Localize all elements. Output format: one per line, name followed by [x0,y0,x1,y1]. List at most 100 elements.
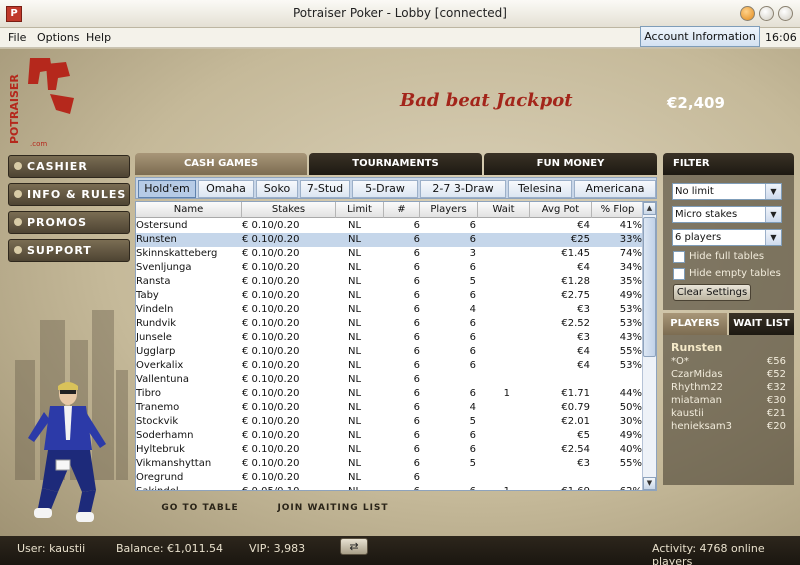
table-row[interactable]: Vindeln € 0.10/0.20 NL 6 4 €3 53% [136,303,644,317]
cell-seats: 6 [413,430,420,441]
stakes-select[interactable]: Micro stakes ▼ [672,206,782,223]
table-row[interactable]: Vikmanshyttan € 0.10/0.20 NL 6 5 €3 55% [136,457,644,471]
refresh-icon[interactable]: ⇄ [340,538,368,555]
go-to-table-button[interactable]: GO TO TABLE [158,499,242,517]
col-flop[interactable]: % Flop [592,202,644,218]
table-row[interactable]: Ugglarp € 0.10/0.20 NL 6 6 €4 55% [136,345,644,359]
join-waiting-list-button[interactable]: JOIN WAITING LIST [274,499,392,517]
cell-avg-pot: €4 [577,220,590,231]
info-rules-button[interactable]: INFO & RULES [8,183,130,206]
maximize-button[interactable] [759,6,774,21]
tab-fun-money[interactable]: FUN MONEY [484,153,657,175]
cell-name: Soderhamn [136,430,194,441]
limit-value: No limit [675,186,714,197]
col-limit[interactable]: Limit [336,202,384,218]
cell-limit: NL [348,220,362,231]
cell-avg-pot: €2.01 [561,416,590,427]
cell-name: Svenljunga [136,262,192,273]
player-entry[interactable]: kaustii €21 [671,408,786,421]
cell-name: Ugglarp [136,346,176,357]
tab-5-draw[interactable]: 5-Draw [352,180,418,198]
cell-stakes: € 0.10/0.20 [242,374,300,385]
table-row[interactable]: Rundvik € 0.10/0.20 NL 6 6 €2.52 53% [136,317,644,331]
col-players[interactable]: Players [420,202,478,218]
player-entry[interactable]: henieksam3 €20 [671,421,786,434]
col-seats[interactable]: # [384,202,420,218]
table-row[interactable]: Runsten € 0.10/0.20 NL 6 6 €25 33% [136,233,644,247]
promos-button[interactable]: PROMOS [8,211,130,234]
player-entry[interactable]: miataman €30 [671,395,786,408]
cell-name: Junsele [136,332,172,343]
cell-flop: 40% [619,444,642,455]
player-name: CzarMidas [671,369,723,380]
cell-flop: 49% [619,430,642,441]
table-row[interactable]: Overkalix € 0.10/0.20 NL 6 6 €4 53% [136,359,644,373]
cell-seats: 6 [413,318,420,329]
clear-settings-button[interactable]: Clear Settings [673,284,751,301]
table-row[interactable]: Ransta € 0.10/0.20 NL 6 5 €1.28 35% [136,275,644,289]
table-row[interactable]: Hyltebruk € 0.10/0.20 NL 6 6 €2.54 40% [136,443,644,457]
table-row[interactable]: Soderhamn € 0.10/0.20 NL 6 6 €5 49% [136,429,644,443]
cashier-button[interactable]: CASHIER [8,155,130,178]
tab-7-stud[interactable]: 7-Stud [300,180,350,198]
hide-empty-checkbox[interactable] [673,268,685,280]
table-row[interactable]: Tranemo € 0.10/0.20 NL 6 4 €0.79 50% [136,401,644,415]
table-row[interactable]: Tibro € 0.10/0.20 NL 6 6 1 €1.71 44% [136,387,644,401]
close-button[interactable] [778,6,793,21]
col-wait[interactable]: Wait [478,202,530,218]
cell-limit: NL [348,485,361,490]
tab-holdem[interactable]: Hold'em [138,180,196,198]
player-entry[interactable]: Rhythm22 €32 [671,382,786,395]
table-row[interactable]: Skinnskatteberg € 0.10/0.20 NL 6 3 €1.45 74% [136,247,644,261]
cell-limit: NL [348,276,362,287]
table-row[interactable]: Stockvik € 0.10/0.20 NL 6 5 €2.01 30% [136,415,644,429]
tab-telesina[interactable]: Telesina [508,180,572,198]
menu-options[interactable]: Options [37,31,79,44]
table-row[interactable]: Vallentuna € 0.10/0.20 NL 6 [136,373,644,387]
table-row[interactable]: Taby € 0.10/0.20 NL 6 6 €2.75 49% [136,289,644,303]
menu-help[interactable]: Help [86,31,111,44]
player-entry[interactable]: CzarMidas €52 [671,369,786,382]
cell-seats: 6 [413,248,420,259]
tab-wait-list[interactable]: WAIT LIST [729,313,794,335]
table-row[interactable]: Junsele € 0.10/0.20 NL 6 6 €3 43% [136,331,644,345]
col-name[interactable]: Name [136,202,242,218]
player-entry[interactable]: *O* €56 [671,356,786,369]
col-avg-pot[interactable]: Avg Pot [530,202,592,218]
cell-seats: 6 [413,262,420,273]
tab-omaha[interactable]: Omaha [198,180,254,198]
tab-players[interactable]: PLAYERS [663,313,727,335]
scroll-down-icon[interactable]: ▼ [643,477,656,490]
player-stack: €56 [766,356,786,367]
cell-avg-pot: €0.79 [561,402,590,413]
table-row[interactable]: Svenljunga € 0.10/0.20 NL 6 6 €4 34% [136,261,644,275]
minimize-button[interactable] [740,6,755,21]
cell-avg-pot: €3 [577,304,590,315]
hide-full-checkbox[interactable] [673,251,685,263]
scroll-thumb[interactable] [643,217,656,357]
tab-americana[interactable]: Americana [574,180,656,198]
cell-flop: 62% [594,485,642,490]
table-row[interactable]: Oregrund € 0.10/0.20 NL 6 [136,471,644,485]
scroll-up-icon[interactable]: ▲ [643,202,656,215]
player-name: Rhythm22 [671,382,723,393]
limit-select[interactable]: No limit ▼ [672,183,782,200]
cell-flop: 35% [619,276,642,287]
cell-seats: 6 [413,304,420,315]
tab-soko[interactable]: Soko [256,180,298,198]
menu-file[interactable]: File [8,31,26,44]
cell-limit: NL [348,430,362,441]
col-stakes[interactable]: Stakes [242,202,336,218]
players-select[interactable]: 6 players ▼ [672,229,782,246]
cell-stakes: € 0.10/0.20 [242,402,300,413]
tab-cash-games[interactable]: CASH GAMES [135,153,307,175]
tab-2-7-3-draw[interactable]: 2-7 3-Draw [420,180,506,198]
account-information-button[interactable]: Account Information [640,26,760,47]
support-button[interactable]: SUPPORT [8,239,130,262]
tab-tournaments[interactable]: TOURNAMENTS [309,153,482,175]
cell-players: 6 [469,234,476,245]
table-row[interactable]: Ostersund € 0.10/0.20 NL 6 6 €4 41% [136,219,644,233]
cell-flop: 53% [619,318,642,329]
table-row[interactable]: Sakindel€ 0.05/0.10NL661€1.6962% [136,485,644,490]
table-scrollbar[interactable]: ▲ ▼ [642,202,656,490]
